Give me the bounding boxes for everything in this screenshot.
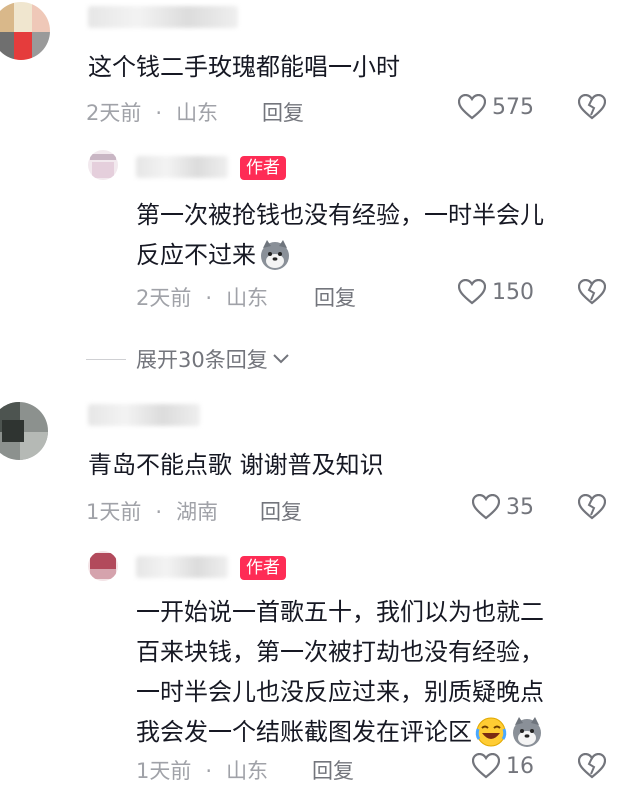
commenter-name-blurred[interactable] bbox=[88, 404, 200, 426]
like-count: 16 bbox=[506, 753, 534, 779]
reply-button[interactable]: 回复 bbox=[260, 496, 302, 526]
like-button[interactable]: 575 bbox=[458, 94, 534, 120]
separator: · bbox=[205, 759, 213, 783]
comment-meta: 1天前 · 湖南 bbox=[86, 496, 218, 526]
comment-location: 山东 bbox=[176, 101, 219, 125]
heart-outline-icon bbox=[458, 94, 486, 120]
comment-meta: 2天前 · 山东 bbox=[86, 97, 218, 127]
chevron-down-icon bbox=[272, 353, 290, 365]
author-avatar[interactable] bbox=[88, 551, 118, 581]
expand-replies-button[interactable]: 展开30条回复 bbox=[86, 344, 290, 374]
author-name-blurred[interactable] bbox=[136, 156, 228, 178]
expand-replies-label: 展开30条回复 bbox=[136, 348, 268, 372]
like-count: 150 bbox=[492, 279, 534, 305]
separator: · bbox=[155, 101, 163, 125]
dislike-heart-icon[interactable] bbox=[578, 494, 606, 520]
commenter-avatar[interactable] bbox=[0, 2, 50, 60]
reply-button[interactable]: 回复 bbox=[262, 97, 304, 127]
dislike-heart-icon[interactable] bbox=[578, 753, 606, 779]
heart-outline-icon bbox=[472, 753, 500, 779]
dislike-heart-icon[interactable] bbox=[578, 94, 606, 120]
reply-button[interactable]: 回复 bbox=[312, 755, 354, 785]
reply-text: 第一次被抢钱也没有经验，一时半会儿 反应不过来 bbox=[136, 195, 544, 275]
commenter-avatar[interactable] bbox=[0, 402, 48, 460]
comment-time: 1天前 bbox=[86, 500, 142, 524]
reply-location: 山东 bbox=[226, 759, 269, 783]
dislike-heart-icon[interactable] bbox=[578, 279, 606, 305]
divider bbox=[86, 358, 126, 360]
commenter-name-blurred[interactable] bbox=[88, 6, 238, 28]
reply-location: 山东 bbox=[226, 286, 269, 310]
like-button[interactable]: 16 bbox=[472, 753, 534, 779]
comment-time: 2天前 bbox=[86, 101, 142, 125]
laugh-emoji-icon bbox=[474, 715, 508, 749]
dog-emoji-icon bbox=[258, 238, 292, 272]
reply-button[interactable]: 回复 bbox=[314, 282, 356, 312]
like-count: 575 bbox=[492, 94, 534, 120]
reply-text: 一开始说一首歌五十，我们以为也就二 百来块钱，第一次被打劫也没有经验， 一时半会… bbox=[136, 592, 544, 752]
comment-location: 湖南 bbox=[176, 500, 219, 524]
separator: · bbox=[155, 500, 163, 524]
like-button[interactable]: 35 bbox=[472, 494, 534, 520]
separator: · bbox=[205, 286, 213, 310]
like-button[interactable]: 150 bbox=[458, 279, 534, 305]
reply-time: 2天前 bbox=[136, 286, 192, 310]
author-name-blurred[interactable] bbox=[136, 556, 228, 578]
heart-outline-icon bbox=[472, 494, 500, 520]
dog-emoji-icon bbox=[510, 715, 544, 749]
reply-time: 1天前 bbox=[136, 759, 192, 783]
author-tag: 作者 bbox=[240, 156, 286, 180]
heart-outline-icon bbox=[458, 279, 486, 305]
like-count: 35 bbox=[506, 494, 534, 520]
reply-meta: 2天前 · 山东 bbox=[136, 282, 268, 312]
comment-text: 这个钱二手玫瑰都能唱一小时 bbox=[88, 53, 400, 81]
reply-meta: 1天前 · 山东 bbox=[136, 755, 268, 785]
author-tag: 作者 bbox=[240, 556, 286, 580]
author-avatar[interactable] bbox=[88, 150, 118, 180]
comment-text: 青岛不能点歌 谢谢普及知识 bbox=[88, 451, 384, 479]
